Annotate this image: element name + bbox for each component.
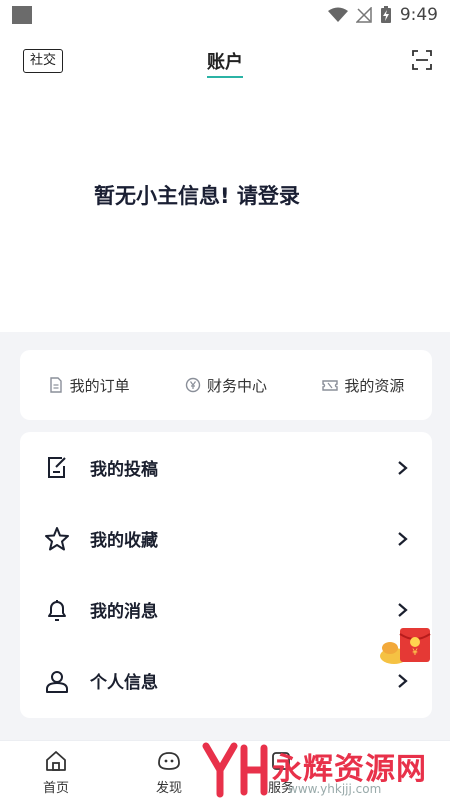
status-icons: 9:49 (327, 4, 438, 26)
chevron-right-icon (398, 460, 408, 475)
menu-item-submissions[interactable]: 我的投稿 (20, 432, 432, 503)
chevron-right-icon (398, 602, 408, 617)
my-resources-label: 我的资源 (344, 376, 405, 395)
menu-label-submissions: 我的投稿 (90, 460, 158, 480)
finance-center-label: 财务中心 (206, 376, 267, 395)
clock: 9:49 (399, 5, 438, 25)
account-header: 社交 账户 暂无小主信息! 请登录 (0, 30, 450, 332)
chevron-right-icon (398, 673, 408, 688)
chevron-right-icon (398, 531, 408, 546)
discover-icon (158, 752, 180, 770)
menu-item-messages[interactable]: 我的消息 (20, 574, 432, 645)
watermark: 永辉资源网 www.yhkjjj.com (200, 742, 440, 798)
notification-icon (12, 6, 32, 24)
my-orders-link[interactable]: 我的订单 (48, 375, 130, 396)
star-icon (45, 526, 69, 550)
svg-text:¥: ¥ (412, 648, 418, 658)
battery-icon (380, 6, 391, 23)
scan-icon[interactable] (412, 50, 432, 70)
my-orders-label: 我的订单 (69, 376, 130, 395)
status-bar: 9:49 (0, 0, 450, 30)
my-resources-link[interactable]: 我的资源 (322, 375, 404, 396)
tab-home-label: 首页 (42, 781, 69, 796)
finance-center-link[interactable]: 财务中心 (185, 375, 267, 396)
yuan-coin-icon (185, 377, 201, 393)
login-prompt[interactable]: 暂无小主信息! 请登录 (94, 180, 300, 210)
quick-links-card: 我的订单 财务中心 我的资源 (20, 350, 432, 420)
edit-note-icon (48, 456, 66, 478)
person-icon (46, 670, 68, 693)
watermark-logo (202, 742, 268, 798)
menu-label-favorites: 我的收藏 (90, 531, 158, 551)
bell-icon (48, 599, 66, 621)
page-title-text: 账户 (207, 48, 243, 78)
account-menu: 我的投稿 我的收藏 我的消息 个人信息 (20, 432, 432, 718)
tab-home[interactable]: 首页 (16, 741, 96, 800)
ticket-icon (322, 380, 339, 391)
wifi-icon (327, 7, 348, 22)
red-packet-icon[interactable]: ¥ (376, 622, 434, 668)
tab-discover-label: 发现 (155, 781, 182, 796)
menu-label-profile: 个人信息 (90, 673, 158, 693)
menu-item-favorites[interactable]: 我的收藏 (20, 503, 432, 574)
document-icon (49, 377, 62, 393)
tab-discover[interactable]: 发现 (129, 741, 209, 800)
home-icon (46, 751, 66, 771)
watermark-url: www.yhkjjj.com (288, 782, 382, 796)
menu-label-messages: 我的消息 (90, 602, 158, 622)
page-title: 账户 (0, 48, 450, 78)
no-signal-icon (355, 7, 372, 23)
menu-item-profile[interactable]: 个人信息 (20, 645, 432, 716)
